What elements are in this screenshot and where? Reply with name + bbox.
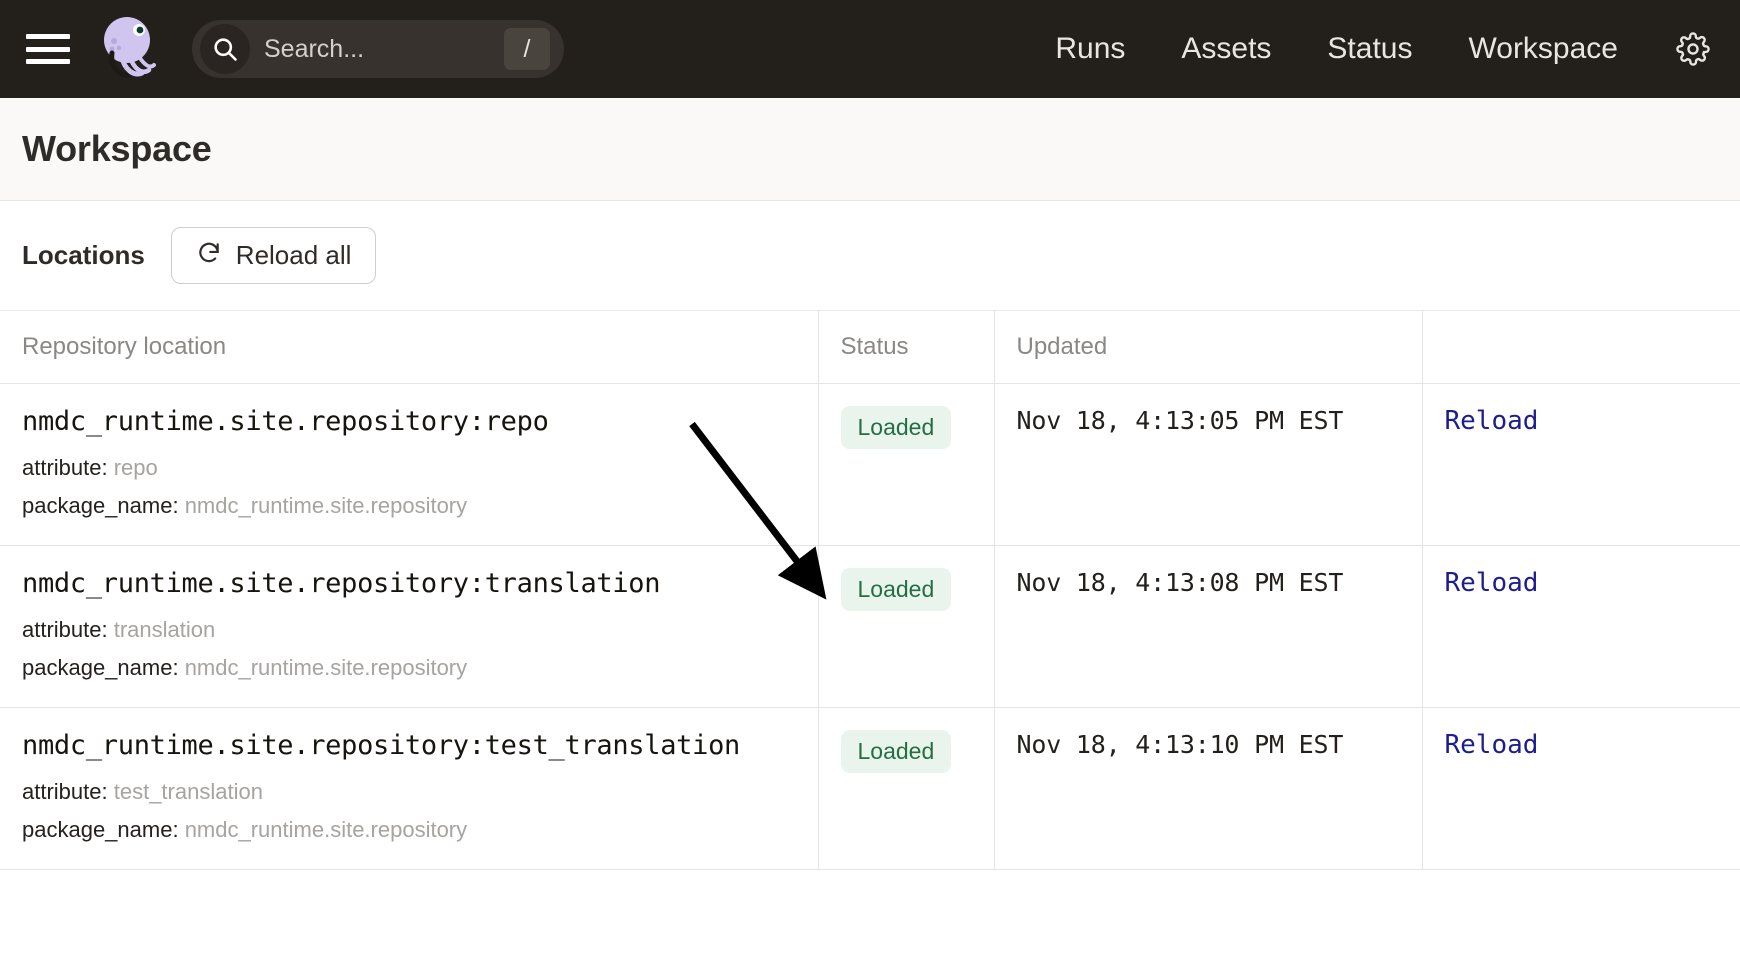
hamburger-bar <box>26 34 70 39</box>
column-header-action <box>1421 311 1740 384</box>
updated-cell: Nov 18, 4:13:10 PM EST <box>993 707 1422 870</box>
attribute-line: attribute: translation <box>22 617 796 643</box>
status-badge: Loaded <box>840 568 952 611</box>
package-name-value: nmdc_runtime.site.repository <box>184 493 468 518</box>
nav-link-status[interactable]: Status <box>1299 32 1440 66</box>
column-header-repository-location: Repository location <box>0 311 818 384</box>
gear-icon[interactable] <box>1676 32 1710 66</box>
page-header: Workspace <box>0 98 1740 201</box>
package-name-line: package_name: nmdc_runtime.site.reposito… <box>22 493 796 519</box>
nav-link-runs[interactable]: Runs <box>1027 32 1153 66</box>
package-name-label: package_name: <box>22 493 179 518</box>
attribute-value: test_translation <box>113 779 263 804</box>
repository-name[interactable]: nmdc_runtime.site.repository:repo <box>22 406 796 437</box>
locations-table: Repository location Status Updated nmdc_… <box>0 311 1740 870</box>
search-icon <box>200 24 250 74</box>
updated-cell: Nov 18, 4:13:08 PM EST <box>993 545 1422 708</box>
package-name-label: package_name: <box>22 655 179 680</box>
attribute-label: attribute: <box>22 779 108 804</box>
primary-nav-links: Runs Assets Status Workspace <box>1027 32 1714 66</box>
attribute-label: attribute: <box>22 617 108 642</box>
action-cell: Reload <box>1421 383 1740 546</box>
repository-location-cell: nmdc_runtime.site.repository:translation… <box>0 545 818 708</box>
attribute-line: attribute: test_translation <box>22 779 796 805</box>
attribute-line: attribute: repo <box>22 455 796 481</box>
search-shortcut-key: / <box>504 28 550 70</box>
nav-link-workspace[interactable]: Workspace <box>1440 32 1646 66</box>
updated-timestamp: Nov 18, 4:13:05 PM EST <box>1016 406 1344 435</box>
package-name-label: package_name: <box>22 817 179 842</box>
app-window: Search... / Runs Assets Status Workspace… <box>0 0 1740 962</box>
repository-location-cell: nmdc_runtime.site.repository:test_transl… <box>0 707 818 870</box>
hamburger-bar <box>26 46 70 52</box>
package-name-line: package_name: nmdc_runtime.site.reposito… <box>22 817 796 843</box>
status-badge: Loaded <box>840 730 952 773</box>
table-body: nmdc_runtime.site.repository:repo attrib… <box>0 383 1740 870</box>
status-cell: Loaded <box>817 545 994 708</box>
column-header-updated: Updated <box>993 311 1422 384</box>
reload-link[interactable]: Reload <box>1445 406 1539 436</box>
page-title: Workspace <box>22 128 212 169</box>
dagster-octopus-logo[interactable] <box>94 13 166 85</box>
repository-location-cell: nmdc_runtime.site.repository:repo attrib… <box>0 383 818 546</box>
reload-link[interactable]: Reload <box>1445 568 1539 598</box>
reload-all-label: Reload all <box>235 240 352 270</box>
reload-link[interactable]: Reload <box>1445 730 1539 760</box>
search-placeholder-text: Search... <box>264 34 365 63</box>
nav-link-assets[interactable]: Assets <box>1153 32 1299 66</box>
action-cell: Reload <box>1421 545 1740 708</box>
table-header-row: Repository location Status Updated <box>0 311 1740 384</box>
repository-name[interactable]: nmdc_runtime.site.repository:test_transl… <box>22 730 796 761</box>
locations-label: Locations <box>22 240 145 270</box>
top-navigation-bar: Search... / Runs Assets Status Workspace <box>0 0 1740 98</box>
package-name-value: nmdc_runtime.site.repository <box>184 655 468 680</box>
status-cell: Loaded <box>817 707 994 870</box>
hamburger-bar <box>26 59 70 64</box>
status-cell: Loaded <box>817 383 994 546</box>
attribute-value: repo <box>113 455 158 480</box>
hamburger-menu-icon[interactable] <box>26 34 70 64</box>
locations-toolbar: Locations Reload all <box>0 201 1740 311</box>
package-name-value: nmdc_runtime.site.repository <box>184 817 468 842</box>
table-row: nmdc_runtime.site.repository:translation… <box>0 545 1740 708</box>
column-header-status: Status <box>817 311 994 384</box>
updated-timestamp: Nov 18, 4:13:08 PM EST <box>1016 568 1344 597</box>
attribute-label: attribute: <box>22 455 108 480</box>
attribute-value: translation <box>113 617 216 642</box>
reload-all-button[interactable]: Reload all <box>170 227 377 284</box>
package-name-line: package_name: nmdc_runtime.site.reposito… <box>22 655 796 681</box>
table-row: nmdc_runtime.site.repository:test_transl… <box>0 707 1740 870</box>
action-cell: Reload <box>1421 707 1740 870</box>
repository-name[interactable]: nmdc_runtime.site.repository:translation <box>22 568 796 599</box>
status-badge: Loaded <box>840 406 952 449</box>
table-row: nmdc_runtime.site.repository:repo attrib… <box>0 383 1740 546</box>
updated-cell: Nov 18, 4:13:05 PM EST <box>993 383 1422 546</box>
refresh-icon <box>196 240 222 271</box>
updated-timestamp: Nov 18, 4:13:10 PM EST <box>1016 730 1344 759</box>
search-input[interactable]: Search... / <box>192 20 564 78</box>
